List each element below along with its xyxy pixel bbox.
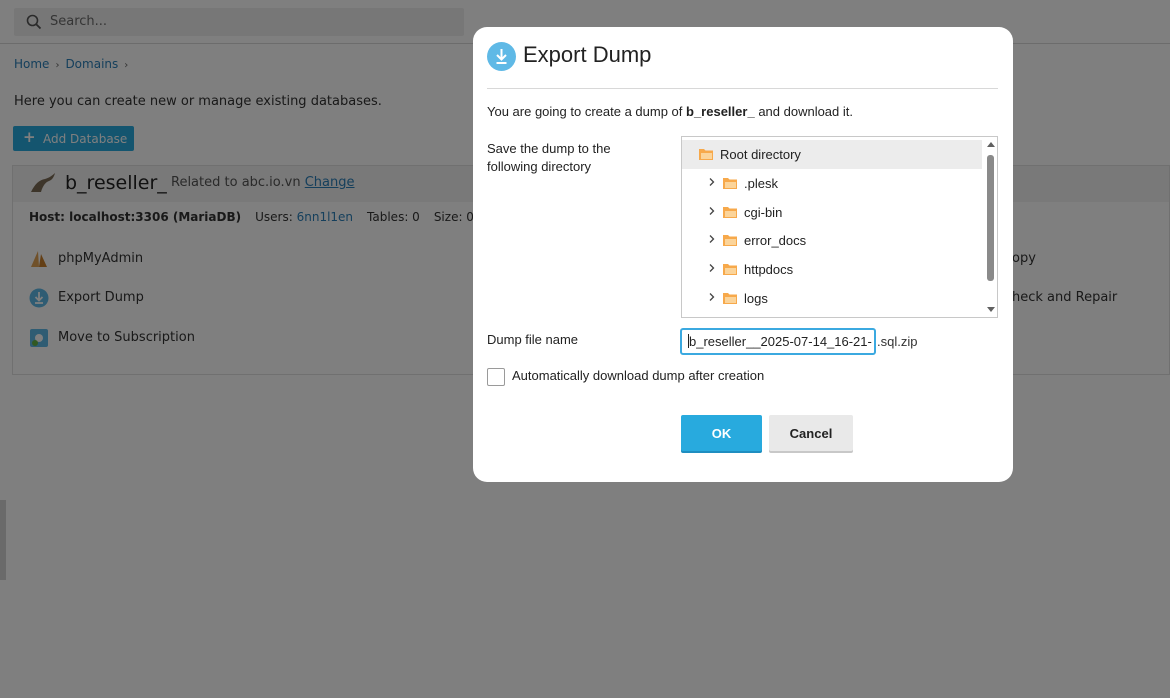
folder-icon (723, 235, 737, 246)
chevron-right-icon[interactable] (708, 293, 716, 301)
folder-icon (723, 207, 737, 218)
save-directory-label: Save the dump to the following directory (487, 141, 611, 174)
chevron-right-icon[interactable] (708, 178, 716, 186)
scroll-up-icon[interactable] (987, 142, 995, 147)
divider (487, 88, 998, 89)
export-dump-dialog: Export Dump You are going to create a du… (473, 27, 1013, 482)
tree-item-label: error_docs (744, 233, 807, 248)
dump-file-extension: .sql.zip (877, 334, 918, 349)
tree-item-logs[interactable]: logs (682, 284, 982, 313)
tree-item-label: cgi-bin (744, 205, 783, 220)
chevron-right-icon[interactable] (708, 235, 716, 243)
tree-root-label: Root directory (720, 147, 801, 162)
description-db-name: b_reseller_ (686, 104, 755, 119)
folder-icon (723, 178, 737, 189)
tree-item-label: logs (744, 291, 768, 306)
cancel-button[interactable]: Cancel (769, 415, 853, 451)
tree-item-label: .plesk (744, 176, 778, 191)
directory-tree[interactable]: Root directory .plesk cgi-bin error_docs… (681, 136, 998, 318)
description-suffix: and download it. (758, 104, 853, 119)
auto-download-checkbox[interactable] (487, 368, 505, 386)
tree-scrollbar[interactable] (983, 137, 997, 317)
tree-root-item[interactable]: Root directory (682, 140, 982, 169)
auto-download-label[interactable]: Automatically download dump after creati… (512, 368, 764, 383)
dump-file-name-input[interactable]: b_reseller__2025-07-14_16-21- (680, 328, 876, 355)
dump-file-name-label: Dump file name (487, 332, 579, 347)
chevron-right-icon[interactable] (708, 207, 716, 215)
scroll-down-icon[interactable] (987, 307, 995, 312)
description-prefix: You are going to create a dump of (487, 104, 683, 119)
ok-button[interactable]: OK (681, 415, 762, 451)
folder-icon (723, 264, 737, 275)
tree-item-plesk[interactable]: .plesk (682, 169, 982, 198)
dialog-description: You are going to create a dump of b_rese… (487, 104, 853, 119)
tree-item-httpdocs[interactable]: httpdocs (682, 255, 982, 284)
dialog-title: Export Dump (523, 42, 652, 67)
tree-item-label: httpdocs (744, 262, 794, 277)
scroll-thumb[interactable] (987, 155, 994, 281)
tree-item-error-docs[interactable]: error_docs (682, 226, 982, 255)
folder-icon (723, 293, 737, 304)
folder-open-icon (699, 149, 713, 160)
download-icon (487, 42, 516, 71)
tree-item-cgi-bin[interactable]: cgi-bin (682, 198, 982, 227)
dump-file-name-value: b_reseller__2025-07-14_16-21- (689, 334, 872, 349)
chevron-right-icon[interactable] (708, 264, 716, 272)
